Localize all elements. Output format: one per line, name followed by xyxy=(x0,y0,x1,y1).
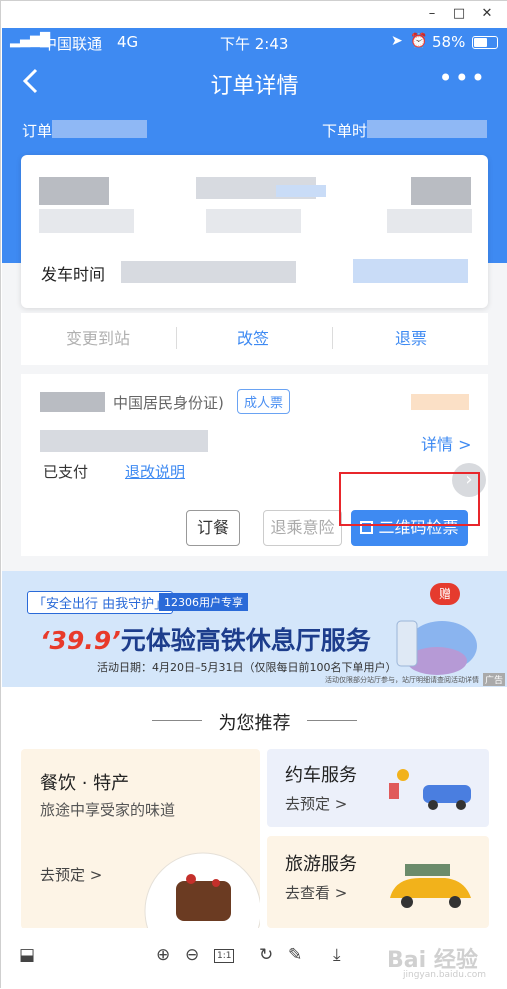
travel-car-illustration xyxy=(390,864,471,908)
close-button[interactable]: ✕ xyxy=(476,4,498,24)
download-icon[interactable]: ⤓ xyxy=(333,945,341,965)
order-meal-button[interactable]: 订餐 xyxy=(186,510,240,546)
alarm-icon: ⏰ xyxy=(410,33,428,49)
depart-date-redacted xyxy=(121,261,296,283)
passenger-name-redacted xyxy=(40,392,105,412)
car-service-tile[interactable]: 约车服务 去预定 > xyxy=(267,749,489,827)
ticket-type-badge: 成人票 xyxy=(237,389,291,414)
food-title: 餐饮 · 特产 xyxy=(40,773,130,794)
highlight-box xyxy=(339,472,480,526)
window-titlebar: – □ ✕ xyxy=(1,1,507,28)
change-station-button[interactable]: 变更到站 xyxy=(66,325,130,349)
pay-status-text: 已支付 xyxy=(43,463,89,481)
detail-link[interactable]: 详情 > xyxy=(421,431,472,455)
more-icon[interactable]: ••• xyxy=(439,64,487,92)
divider xyxy=(307,720,357,721)
food-subtitle: 旅途中享受家的味道 xyxy=(40,801,176,819)
network-text: 4G xyxy=(117,33,139,51)
mask-illustration xyxy=(396,620,477,675)
promo-banner[interactable]: 「安全出行 由我守护」 12306用户专享 ‘39.9’元体验高铁休息厅服务 活… xyxy=(2,571,507,687)
watermark-url: jingyan.baidu.com xyxy=(403,970,487,980)
banner-slogan: 「安全出行 由我守护」 xyxy=(27,591,174,614)
passenger-card: 中国居民身份证) 成人票 详情 > 已支付 退改说明 › 订餐 退乘意险 二维码… xyxy=(21,374,488,556)
maximize-button[interactable]: □ xyxy=(448,4,470,24)
arrival-time-redacted xyxy=(387,209,472,233)
food-plate-illustration xyxy=(144,852,260,928)
location-icon: ➤ xyxy=(391,33,403,49)
banner-price: ‘39.9’ xyxy=(40,626,121,655)
reschedule-button[interactable]: 改签 xyxy=(237,325,269,349)
edit-icon[interactable]: ✎ xyxy=(288,945,302,965)
car-illustration xyxy=(389,769,471,810)
banner-badge: 12306用户专享 xyxy=(159,593,248,611)
travel-title: 旅游服务 xyxy=(285,854,357,875)
divider xyxy=(332,327,333,349)
rotate-icon[interactable]: ↻ xyxy=(259,945,273,965)
food-service-tile[interactable]: 餐饮 · 特产 旅途中享受家的味道 去预定 > xyxy=(21,749,260,928)
departure-station-redacted xyxy=(39,177,109,205)
time-text: 下午 2:43 xyxy=(220,35,289,53)
seat-info-redacted xyxy=(353,259,468,283)
ad-badge: 广告 xyxy=(482,673,505,686)
banner-date: 活动日期：4月20日–5月31日（仅限每日前100名下单用户） xyxy=(97,661,397,674)
recommend-section: 为您推荐 餐饮 · 特产 旅途中享受家的味道 去预定 > 约车服务 去预定 > xyxy=(2,687,507,928)
battery-icon xyxy=(472,36,498,49)
car-action[interactable]: 去预定 > xyxy=(285,793,347,814)
food-action[interactable]: 去预定 > xyxy=(40,864,102,885)
travel-service-tile[interactable]: 旅游服务 去查看 > xyxy=(267,836,489,928)
price-redacted xyxy=(411,394,469,410)
carrier-text: 中国联通 xyxy=(42,35,103,53)
order-number-label: 订单 xyxy=(22,122,53,140)
order-time-redacted xyxy=(367,120,487,138)
divider xyxy=(176,327,177,349)
arrival-station-redacted xyxy=(411,177,471,205)
order-time-label: 下单时 xyxy=(322,122,368,140)
refund-rules-link[interactable]: 退改说明 xyxy=(125,461,185,482)
refund-button[interactable]: 退票 xyxy=(395,325,427,349)
recommend-title: 为您推荐 xyxy=(218,713,291,734)
seat-number-redacted xyxy=(40,430,208,452)
trip-card: 发车时间 xyxy=(21,155,488,308)
depart-time-label: 发车时间 xyxy=(41,265,106,284)
zoom-in-icon[interactable]: ⊕ xyxy=(156,945,170,965)
duration-redacted xyxy=(206,209,301,233)
gift-badge: 赠 xyxy=(430,583,460,605)
travel-action[interactable]: 去查看 > xyxy=(285,882,347,903)
actual-size-icon[interactable]: 1:1 xyxy=(214,949,235,963)
id-type-text: 中国居民身份证) xyxy=(113,394,224,412)
insurance-button[interactable]: 退乘意险 xyxy=(263,510,342,546)
layout-icon[interactable]: ⬓ xyxy=(19,945,35,965)
minimize-button[interactable]: – xyxy=(421,4,443,24)
navigation-bar: 订单详情 ••• xyxy=(2,56,507,112)
page-title: 订单详情 xyxy=(210,74,299,99)
viewer-toolbar: ⬓ ⊕ ⊖ 1:1 ↻ ✎ ⤓ Bai 经验 jingyan.baidu.com xyxy=(1,928,507,989)
zoom-out-icon[interactable]: ⊖ xyxy=(185,945,199,965)
train-link-redacted xyxy=(276,185,326,197)
order-actions: 变更到站 改签 退票 xyxy=(21,313,488,365)
window: – □ ✕ ▂▄▆█ 中国联通 4G 下午 2:43 ➤ ⏰ 58% 订单详情 … xyxy=(0,0,507,989)
banner-headline-text: 元体验高铁休息厅服务 xyxy=(120,626,371,655)
order-number-redacted xyxy=(52,120,147,138)
departure-time-redacted xyxy=(39,209,134,233)
status-bar: ▂▄▆█ 中国联通 4G 下午 2:43 ➤ ⏰ 58% xyxy=(2,28,507,56)
banner-headline: ‘39.9’元体验高铁休息厅服务 xyxy=(40,621,371,657)
car-title: 约车服务 xyxy=(285,765,357,786)
battery-percent: 58% xyxy=(432,33,466,51)
